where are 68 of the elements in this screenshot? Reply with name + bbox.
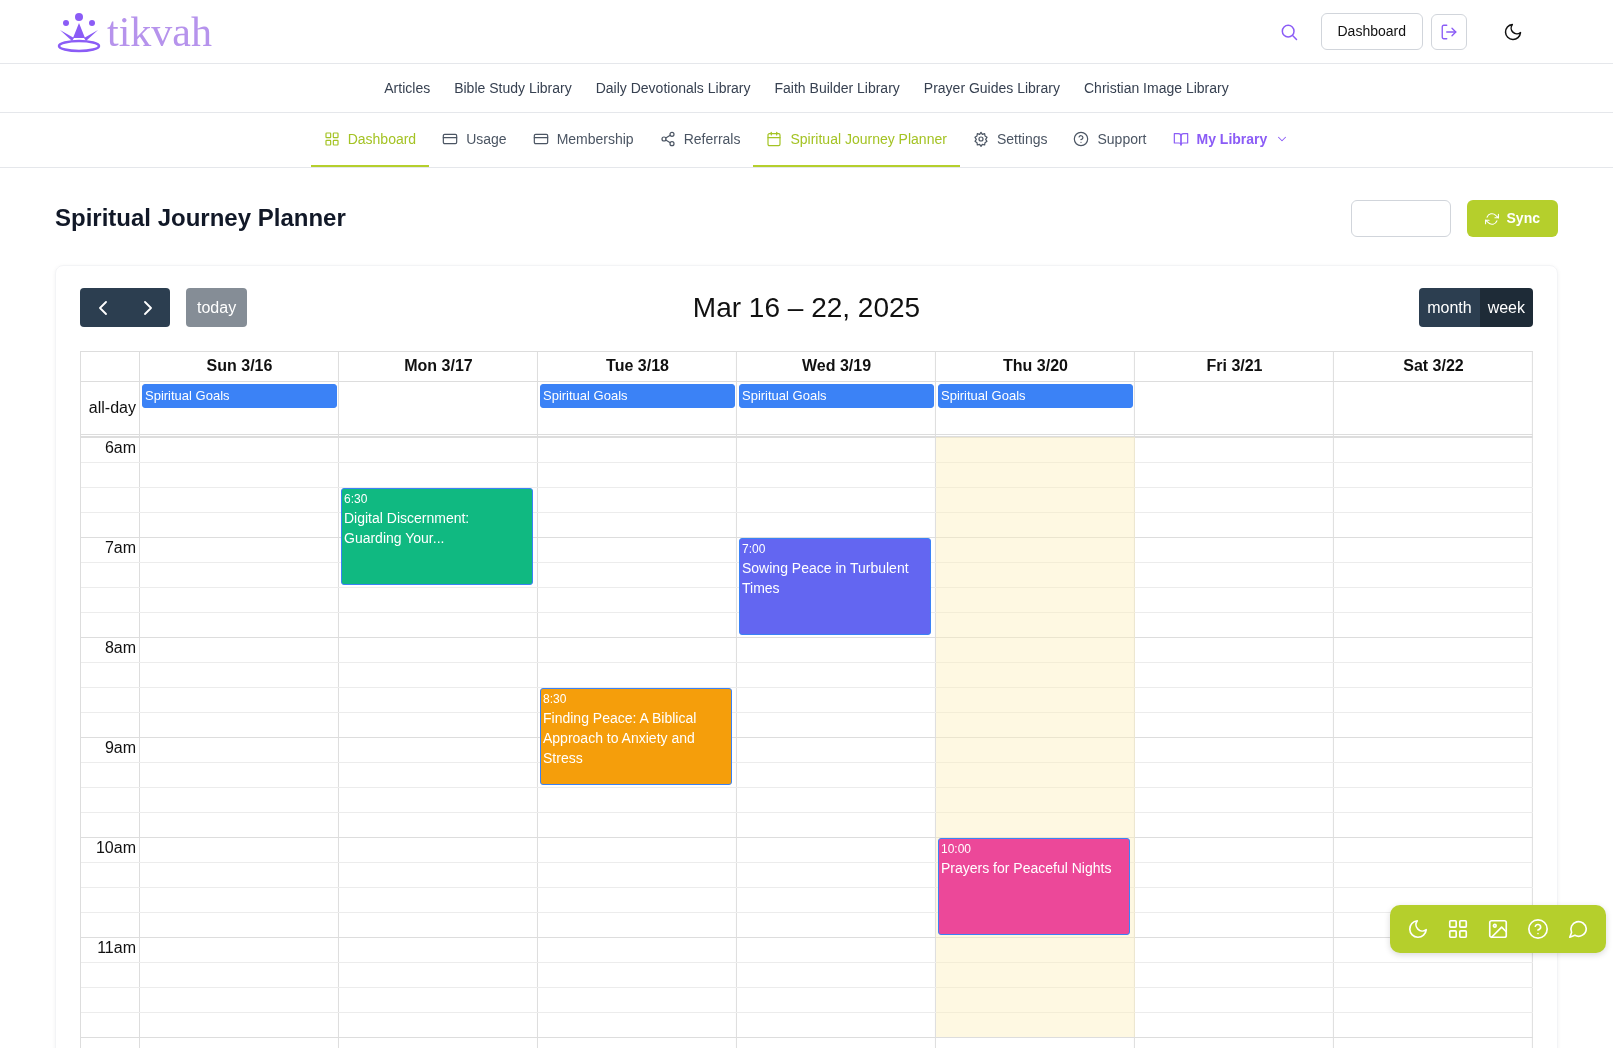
view-button[interactable]: week — [1479, 288, 1533, 327]
help-icon — [1073, 131, 1090, 147]
library-nav-link[interactable]: Prayer Guides Library — [923, 77, 1060, 99]
gear-icon — [972, 131, 989, 147]
event-title: Finding Peace: A Biblical Approach to Anxiety and Stress — [543, 709, 698, 768]
event-time: 8:30 — [543, 691, 568, 708]
event-time: 10:00 — [941, 841, 973, 858]
time-label: 9am — [104, 739, 136, 756]
theme-toggle-button[interactable] — [1503, 21, 1523, 42]
calendar-event[interactable]: 10:00 Prayers for Peaceful Nights — [938, 838, 1130, 935]
library-nav-link[interactable]: Christian Image Library — [1084, 77, 1229, 99]
time-label: 11am — [97, 939, 136, 956]
image-icon — [1487, 918, 1509, 940]
library-nav-link[interactable]: Bible Study Library — [454, 77, 572, 99]
moon-icon — [1407, 918, 1429, 940]
all-day-event[interactable]: Spiritual Goals — [938, 384, 1133, 408]
grid-icon — [1447, 918, 1469, 940]
time-label: 7am — [104, 539, 136, 556]
event-time: 6:30 — [344, 491, 369, 508]
chat-icon — [1567, 918, 1589, 940]
previous-button[interactable] — [80, 288, 125, 327]
card-icon — [442, 131, 459, 147]
page-title: Spiritual Journey Planner — [55, 204, 346, 233]
calendar-title: Mar 16 – 22, 2025 — [692, 290, 921, 325]
sync-icon — [1484, 211, 1499, 226]
nav-tab[interactable]: Referrals — [646, 113, 754, 167]
time-label: 8am — [104, 639, 136, 656]
event-time: 7:00 — [742, 541, 767, 558]
chevron-right-icon — [143, 301, 152, 316]
calendar-icon — [766, 131, 783, 147]
logout-icon — [1440, 22, 1458, 41]
card-icon — [532, 131, 549, 147]
day-header: Fri 3/21 — [1206, 357, 1263, 374]
calendar-event[interactable]: 7:00 Sowing Peace in Turbulent Times — [739, 538, 931, 635]
dashboard-button[interactable]: Dashboard — [1320, 13, 1423, 50]
nav-tab[interactable]: My Library — [1159, 113, 1303, 167]
nav-tab[interactable]: Support — [1060, 113, 1160, 167]
input-field[interactable] — [1350, 200, 1451, 237]
day-header: Mon 3/17 — [404, 357, 473, 374]
day-header: Sun 3/16 — [206, 357, 273, 374]
next-button[interactable] — [125, 288, 170, 327]
event-title: Digital Discernment: Guarding Your... — [344, 509, 471, 548]
all-day-event[interactable]: Spiritual Goals — [540, 384, 735, 408]
help-icon — [1527, 918, 1549, 940]
logout-button[interactable] — [1431, 13, 1467, 50]
nav-tab[interactable]: Usage — [429, 113, 520, 167]
day-header: Tue 3/18 — [606, 357, 669, 374]
library-nav-link[interactable]: Daily Devotionals Library — [595, 77, 751, 99]
book-icon — [1172, 131, 1189, 147]
all-day-event[interactable]: Spiritual Goals — [142, 384, 337, 408]
share-icon — [659, 131, 676, 147]
all-day-label: all-day — [88, 398, 136, 418]
time-label: 10am — [95, 839, 136, 856]
chevron-left-icon — [98, 301, 107, 316]
nav-tab[interactable]: Settings — [959, 113, 1061, 167]
nav-tab[interactable]: Membership — [519, 113, 647, 167]
library-nav-link[interactable]: Articles — [384, 77, 431, 99]
grid-icon — [323, 131, 340, 147]
moon-icon — [1503, 21, 1523, 42]
all-day-event[interactable]: Spiritual Goals — [739, 384, 934, 408]
time-label: 6am — [104, 439, 136, 456]
day-header: Thu 3/20 — [1003, 357, 1068, 374]
view-button[interactable]: month — [1419, 288, 1480, 327]
event-title: Prayers for Peaceful Nights — [941, 859, 1113, 878]
library-nav-link[interactable]: Faith Builder Library — [774, 77, 900, 99]
day-header: Sat 3/22 — [1403, 357, 1464, 374]
day-header: Wed 3/19 — [801, 357, 872, 374]
event-title: Sowing Peace in Turbulent Times — [742, 559, 910, 598]
